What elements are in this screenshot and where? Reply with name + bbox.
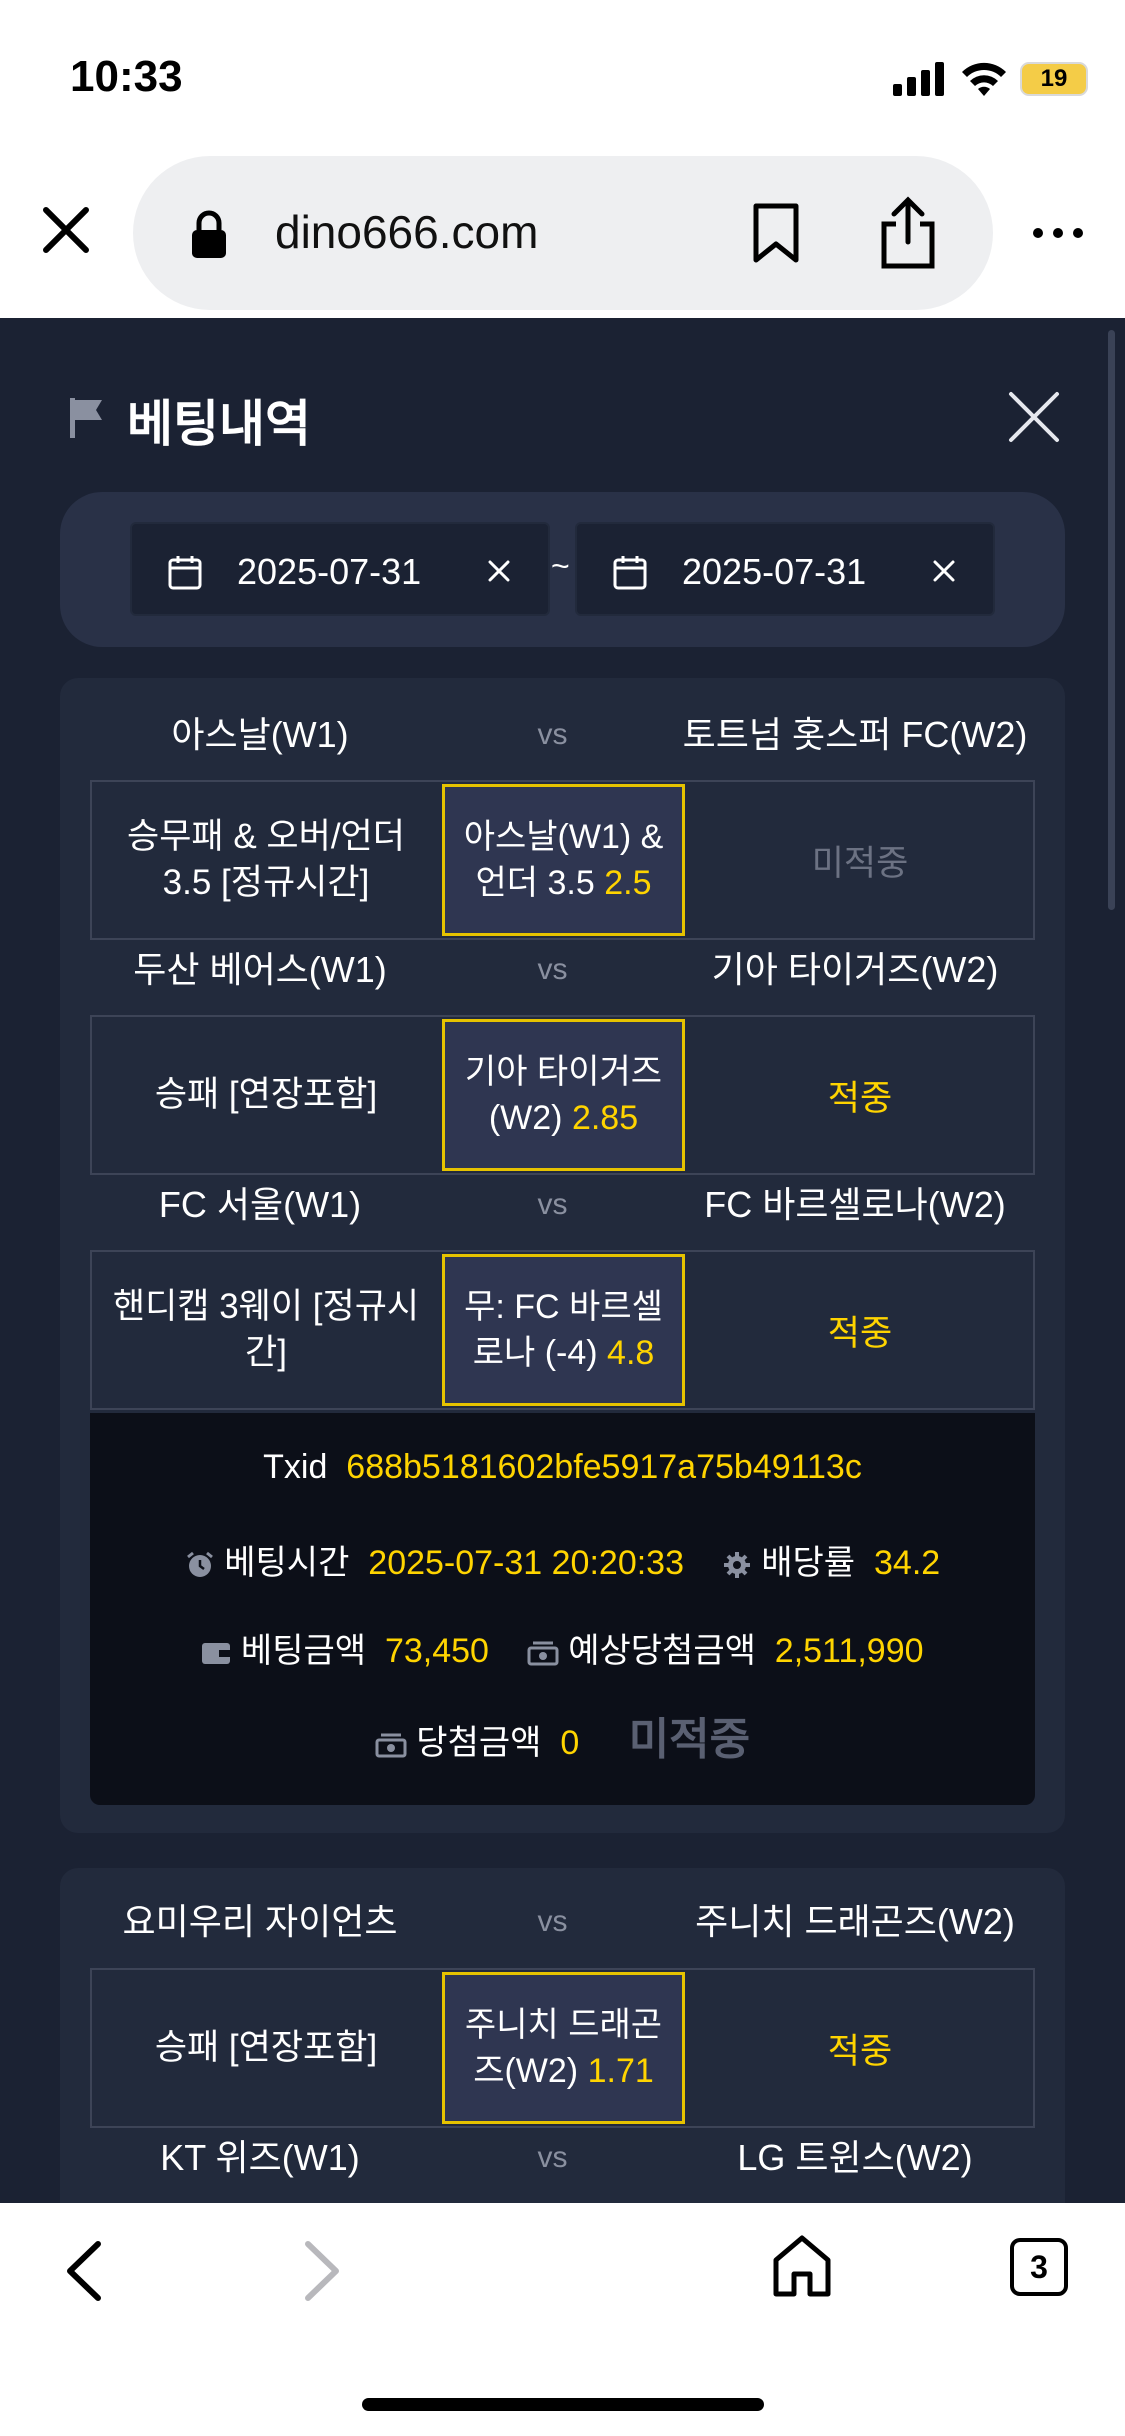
modal-title: 베팅내역: [127, 396, 311, 452]
win-amount-label: 당첨금액: [416, 1724, 542, 1762]
bet-result: 적중: [827, 1078, 893, 1118]
bet-amount-value: 73,450: [384, 1632, 489, 1670]
battery-icon: 19: [1020, 62, 1088, 96]
bet-pick: 기아 타이거즈(W2) 2.85: [442, 1019, 685, 1171]
amount-line: 베팅금액 73,450 예상당첨금액 2,511,990: [90, 1623, 1035, 1672]
back-icon[interactable]: [60, 2238, 108, 2304]
expected-payout-label: 예상당첨금액: [568, 1632, 756, 1670]
bet-amount-label: 베팅금액: [240, 1632, 367, 1670]
end-date-value: 2025-07-31: [682, 551, 867, 592]
bet-row: 승패 [연장포함] 주니치 드래곤즈(W2) 1.71 적중: [90, 1968, 1035, 2128]
txid-line: Txid 688b5181602bfe5917a75b49113c: [90, 1448, 1035, 1487]
odds-label: 배당률: [761, 1544, 856, 1582]
home-icon[interactable]: [770, 2232, 834, 2300]
match-row: 요미우리 자이언츠(W1) vs 주니치 드래곤즈(W2): [90, 1882, 1035, 2022]
pick-odds: 1.71: [587, 2052, 654, 2090]
match-row: KT 위즈(W1) vs LG 트윈스(W2): [90, 2118, 1035, 2198]
vs-label: vs: [537, 718, 568, 751]
vs-label: vs: [537, 2141, 568, 2174]
txid-label: Txid: [263, 1448, 328, 1486]
start-date-picker[interactable]: 2025-07-31: [130, 522, 550, 616]
wifi-icon: [962, 62, 1006, 96]
share-icon[interactable]: [876, 196, 940, 270]
bet-row: 승패 [연장포함] 기아 타이거즈(W2) 2.85 적중: [90, 1015, 1035, 1175]
start-date-value: 2025-07-31: [237, 551, 422, 592]
forward-icon[interactable]: [298, 2238, 346, 2304]
win-amount-line: 당첨금액 0 미적중: [90, 1703, 1035, 1767]
bet-time-value: 2025-07-31 20:20:33: [368, 1544, 684, 1582]
bet-row: 승무패 & 오버/언더 3.5 [정규시간] 아스날(W1) & 언더 3.5 …: [90, 780, 1035, 940]
alarm-clock-icon: [186, 1551, 213, 1578]
status-bar: 10:33 19: [0, 0, 1125, 150]
battery-level: 19: [1040, 65, 1068, 92]
vs-label: vs: [537, 953, 568, 986]
pick-odds: 2.85: [571, 1099, 639, 1137]
calendar-icon: [613, 556, 647, 590]
home-team: FC 서울(W1): [158, 1184, 362, 1225]
match-row: 아스날(W1) vs 토트넘 홋스퍼 FC(W2): [90, 695, 1035, 775]
scrollbar[interactable]: [1108, 330, 1115, 910]
tabs-button[interactable]: 3: [1010, 2238, 1068, 2296]
home-indicator: [362, 2398, 764, 2411]
pick-odds: 2.5: [604, 864, 652, 902]
gear-icon: [723, 1552, 750, 1579]
match-row: FC 서울(W1) vs FC 바르셀로나(W2): [90, 1165, 1035, 1245]
pick-odds: 4.8: [607, 1334, 655, 1372]
bet-row: 핸디캡 3웨이 [정규시간] 무: FC 바르셀로나 (-4) 4.8 적중: [90, 1250, 1035, 1410]
status-time: 10:33: [70, 52, 183, 101]
clear-end-date-icon[interactable]: [929, 556, 959, 586]
close-tab-icon[interactable]: [36, 200, 96, 260]
clear-start-date-icon[interactable]: [484, 556, 514, 586]
away-team: FC 바르셀로나(W2): [704, 1184, 1006, 1225]
bet-market: 승무패 & 오버/언더 3.5 [정규시간]: [127, 817, 405, 902]
slip-status-badge: 미적중: [628, 1715, 751, 1764]
bet-time-label: 베팅시간: [224, 1544, 350, 1582]
money-icon: [375, 1733, 407, 1758]
address-bar[interactable]: [133, 156, 993, 310]
home-team: 아스날(W1): [171, 714, 349, 755]
away-team: 주니치 드래곤즈(W2): [695, 1901, 1015, 1942]
money-icon: [527, 1641, 559, 1666]
bet-summary: Txid 688b5181602bfe5917a75b49113c 베팅시간 2…: [90, 1413, 1035, 1805]
url-text[interactable]: dino666.com: [275, 205, 538, 259]
date-separator: ~: [551, 548, 570, 584]
bet-time-line: 베팅시간 2025-07-31 20:20:33 배당률 34.2: [90, 1535, 1035, 1584]
bet-market: 핸디캡 3웨이 [정규시간]: [112, 1287, 420, 1372]
win-amount-value: 0: [560, 1724, 580, 1762]
bet-pick: 무: FC 바르셀로나 (-4) 4.8: [442, 1254, 685, 1406]
away-team: 기아 타이거즈(W2): [711, 949, 999, 990]
match-row: 두산 베어스(W1) vs 기아 타이거즈(W2): [90, 930, 1035, 1010]
home-team: 두산 베어스(W1): [133, 949, 387, 990]
expected-payout-value: 2,511,990: [774, 1632, 924, 1670]
cellular-signal-icon: [893, 62, 944, 96]
close-icon[interactable]: [1005, 388, 1063, 446]
lock-icon: [192, 210, 226, 258]
total-odds-value: 34.2: [874, 1544, 941, 1582]
end-date-picker[interactable]: 2025-07-31: [575, 522, 995, 616]
vs-label: vs: [537, 1188, 568, 1221]
flag-icon: [70, 398, 102, 438]
away-team: 토트넘 홋스퍼 FC(W2): [682, 714, 1028, 755]
bet-pick: 아스날(W1) & 언더 3.5 2.5: [442, 784, 685, 936]
txid-value: 688b5181602bfe5917a75b49113c: [346, 1448, 862, 1486]
bet-result: 적중: [827, 1313, 893, 1353]
away-team: LG 트윈스(W2): [737, 2137, 973, 2178]
bet-result: 미적중: [811, 843, 909, 883]
bet-market: 승패 [연장포함]: [154, 1075, 378, 1114]
bet-result: 적중: [827, 2031, 893, 2071]
wallet-icon: [202, 1643, 231, 1665]
bet-market: 승패 [연장포함]: [154, 2028, 378, 2067]
calendar-icon: [168, 556, 202, 590]
home-team: KT 위즈(W1): [160, 2137, 360, 2178]
bookmark-icon[interactable]: [750, 202, 802, 264]
more-options-icon[interactable]: [1030, 218, 1086, 248]
bet-pick: 주니치 드래곤즈(W2) 1.71: [442, 1972, 685, 2124]
vs-label: vs: [537, 1905, 568, 1938]
